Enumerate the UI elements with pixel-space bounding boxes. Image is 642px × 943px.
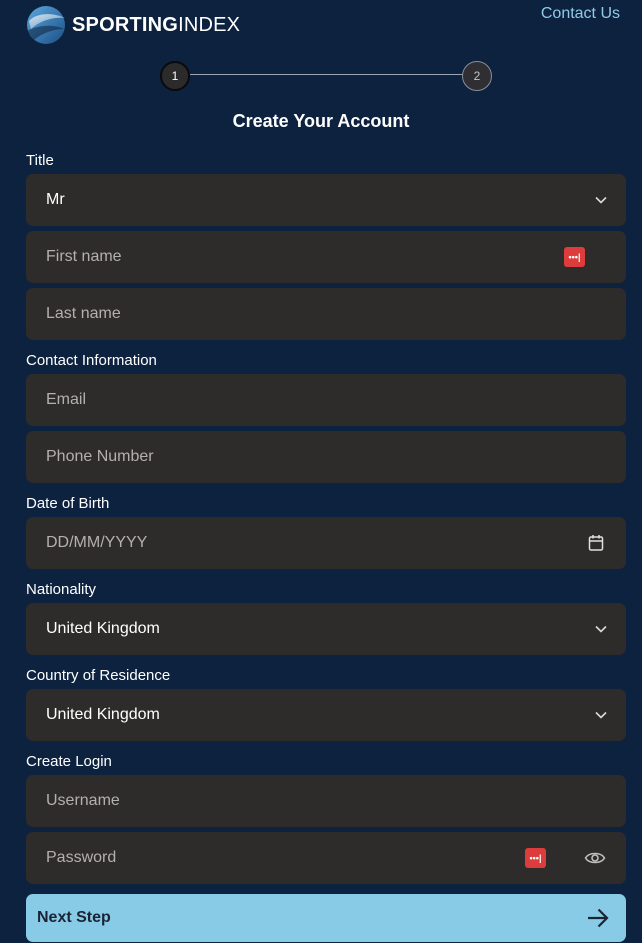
next-step-button[interactable]: Next Step	[26, 894, 626, 942]
arrow-right-icon	[588, 908, 609, 928]
logo-wordmark: SPORTINGINDEX	[72, 14, 240, 37]
first-name-input[interactable]: First name •••|	[26, 231, 626, 283]
chevron-down-icon	[595, 196, 607, 204]
phone-placeholder: Phone Number	[46, 448, 154, 465]
logo-wordmark-bold: SPORTING	[72, 13, 179, 36]
dob-input[interactable]: DD/MM/YYYY	[26, 517, 626, 569]
login-section-label: Create Login	[26, 753, 112, 770]
progress-stepper: 1 2	[160, 61, 492, 91]
last-name-input[interactable]: Last name	[26, 288, 626, 340]
username-input[interactable]: Username	[26, 775, 626, 827]
password-placeholder: Password	[46, 849, 117, 866]
eye-icon[interactable]	[584, 848, 606, 868]
contact-section-label: Contact Information	[26, 352, 157, 369]
first-name-placeholder: First name	[46, 248, 122, 265]
dob-placeholder: DD/MM/YYYY	[46, 534, 148, 551]
residence-section-label: Country of Residence	[26, 667, 171, 684]
next-step-label: Next Step	[37, 909, 111, 926]
calendar-icon[interactable]	[588, 534, 604, 552]
last-name-placeholder: Last name	[46, 305, 121, 322]
username-placeholder: Username	[46, 792, 120, 809]
nationality-select[interactable]: United Kingdom	[26, 603, 626, 655]
chevron-down-icon	[595, 711, 607, 719]
chevron-down-icon	[595, 625, 607, 633]
password-input[interactable]: Password •••|	[26, 832, 626, 884]
residence-select[interactable]: United Kingdom	[26, 689, 626, 741]
email-input[interactable]: Email	[26, 374, 626, 426]
step-1-indicator: 1	[160, 61, 190, 91]
nationality-select-value: United Kingdom	[46, 620, 160, 637]
nationality-section-label: Nationality	[26, 581, 97, 598]
title-select-value: Mr	[46, 191, 65, 208]
sporting-index-logo[interactable]: SPORTINGINDEX	[26, 4, 240, 46]
header: SPORTINGINDEX Contact Us	[0, 0, 642, 56]
contact-us-link[interactable]: Contact Us	[541, 5, 620, 23]
email-placeholder: Email	[46, 391, 87, 408]
stepper-line	[190, 74, 462, 75]
password-manager-icon[interactable]: •••|	[564, 247, 585, 267]
sporting-index-logo-icon	[27, 6, 65, 44]
dob-section-label: Date of Birth	[26, 495, 110, 512]
title-section-label: Title	[26, 152, 54, 169]
password-manager-icon[interactable]: •••|	[525, 848, 546, 868]
title-select[interactable]: Mr	[26, 174, 626, 226]
phone-input[interactable]: Phone Number	[26, 431, 626, 483]
logo-wordmark-light: INDEX	[178, 13, 241, 36]
form-title: Create Your Account	[232, 111, 410, 131]
step-2-indicator: 2	[462, 61, 492, 91]
residence-select-value: United Kingdom	[46, 706, 160, 723]
